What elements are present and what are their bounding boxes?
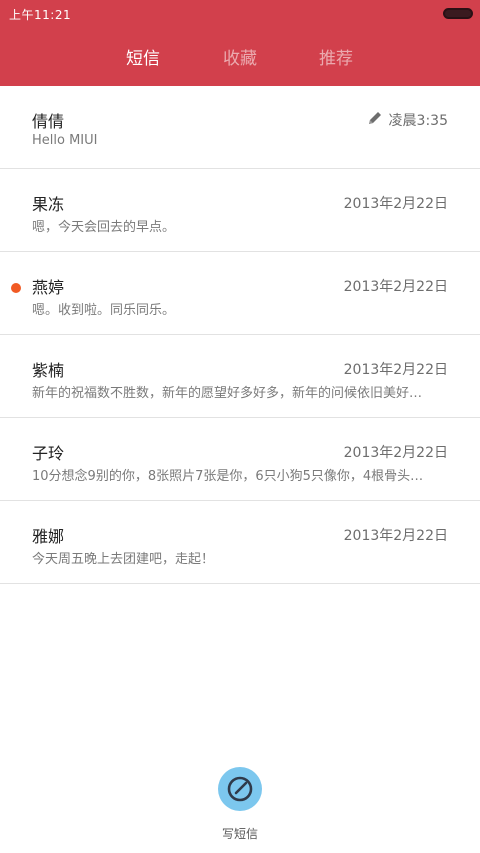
battery-icon	[443, 8, 473, 19]
message-row[interactable]: 燕婷 嗯。收到啦。同乐同乐。 2013年2月22日	[0, 252, 480, 335]
compose-icon	[227, 776, 253, 802]
tab-sms[interactable]: 短信	[113, 44, 173, 69]
message-date: 2013年2月22日	[343, 196, 448, 212]
contact-name: 子玲	[32, 444, 65, 463]
message-row[interactable]: 子玲 10分想念9别的你，8张照片7张是你，6只小狗5只像你，4根骨头… 201…	[0, 418, 480, 501]
message-preview: Hello MIUI	[32, 133, 98, 148]
message-list: 倩倩 Hello MIUI 凌晨3:35 果冻 嗯，今天会回去的早点。 2013…	[0, 86, 480, 584]
contact-name: 果冻	[32, 195, 65, 214]
message-date: 2013年2月22日	[343, 528, 448, 544]
message-preview: 10分想念9别的你，8张照片7张是你，6只小狗5只像你，4根骨头…	[32, 469, 424, 484]
message-preview: 今天周五晚上去团建吧，走起！	[32, 552, 215, 567]
header-bar: 上午11:21 短信 收藏 推荐	[0, 0, 480, 86]
message-row[interactable]: 雅娜 今天周五晚上去团建吧，走起！ 2013年2月22日	[0, 501, 480, 584]
message-date: 2013年2月22日	[343, 279, 448, 295]
message-row[interactable]: 紫楠 新年的祝福数不胜数，新年的愿望好多好多，新年的问候依旧美好… 2013年2…	[0, 335, 480, 418]
tab-bar: 短信 收藏 推荐	[0, 44, 480, 72]
message-row[interactable]: 果冻 嗯，今天会回去的早点。 2013年2月22日	[0, 169, 480, 252]
contact-name: 燕婷	[32, 278, 65, 297]
status-time: 上午11:21	[9, 8, 72, 22]
message-date: 2013年2月22日	[343, 445, 448, 461]
pencil-icon	[369, 112, 381, 124]
message-row[interactable]: 倩倩 Hello MIUI 凌晨3:35	[0, 86, 480, 169]
compose-button[interactable]	[218, 767, 262, 811]
message-preview: 嗯，今天会回去的早点。	[32, 220, 176, 235]
contact-name: 雅娜	[32, 527, 65, 546]
unread-dot-icon	[11, 283, 21, 293]
compose-label: 写短信	[221, 827, 258, 841]
message-date: 凌晨3:35	[388, 113, 448, 129]
contact-name: 倩倩	[32, 112, 65, 131]
message-preview: 新年的祝福数不胜数，新年的愿望好多好多，新年的问候依旧美好…	[32, 386, 423, 401]
tab-recommend[interactable]: 推荐	[306, 44, 366, 69]
message-date: 2013年2月22日	[343, 362, 448, 378]
app-root: 上午11:21 短信 收藏 推荐 倩倩 Hello MIUI 凌晨3:35 果冻…	[0, 0, 480, 853]
contact-name: 紫楠	[32, 361, 65, 380]
tab-favorites[interactable]: 收藏	[210, 44, 270, 69]
message-preview: 嗯。收到啦。同乐同乐。	[32, 303, 176, 318]
